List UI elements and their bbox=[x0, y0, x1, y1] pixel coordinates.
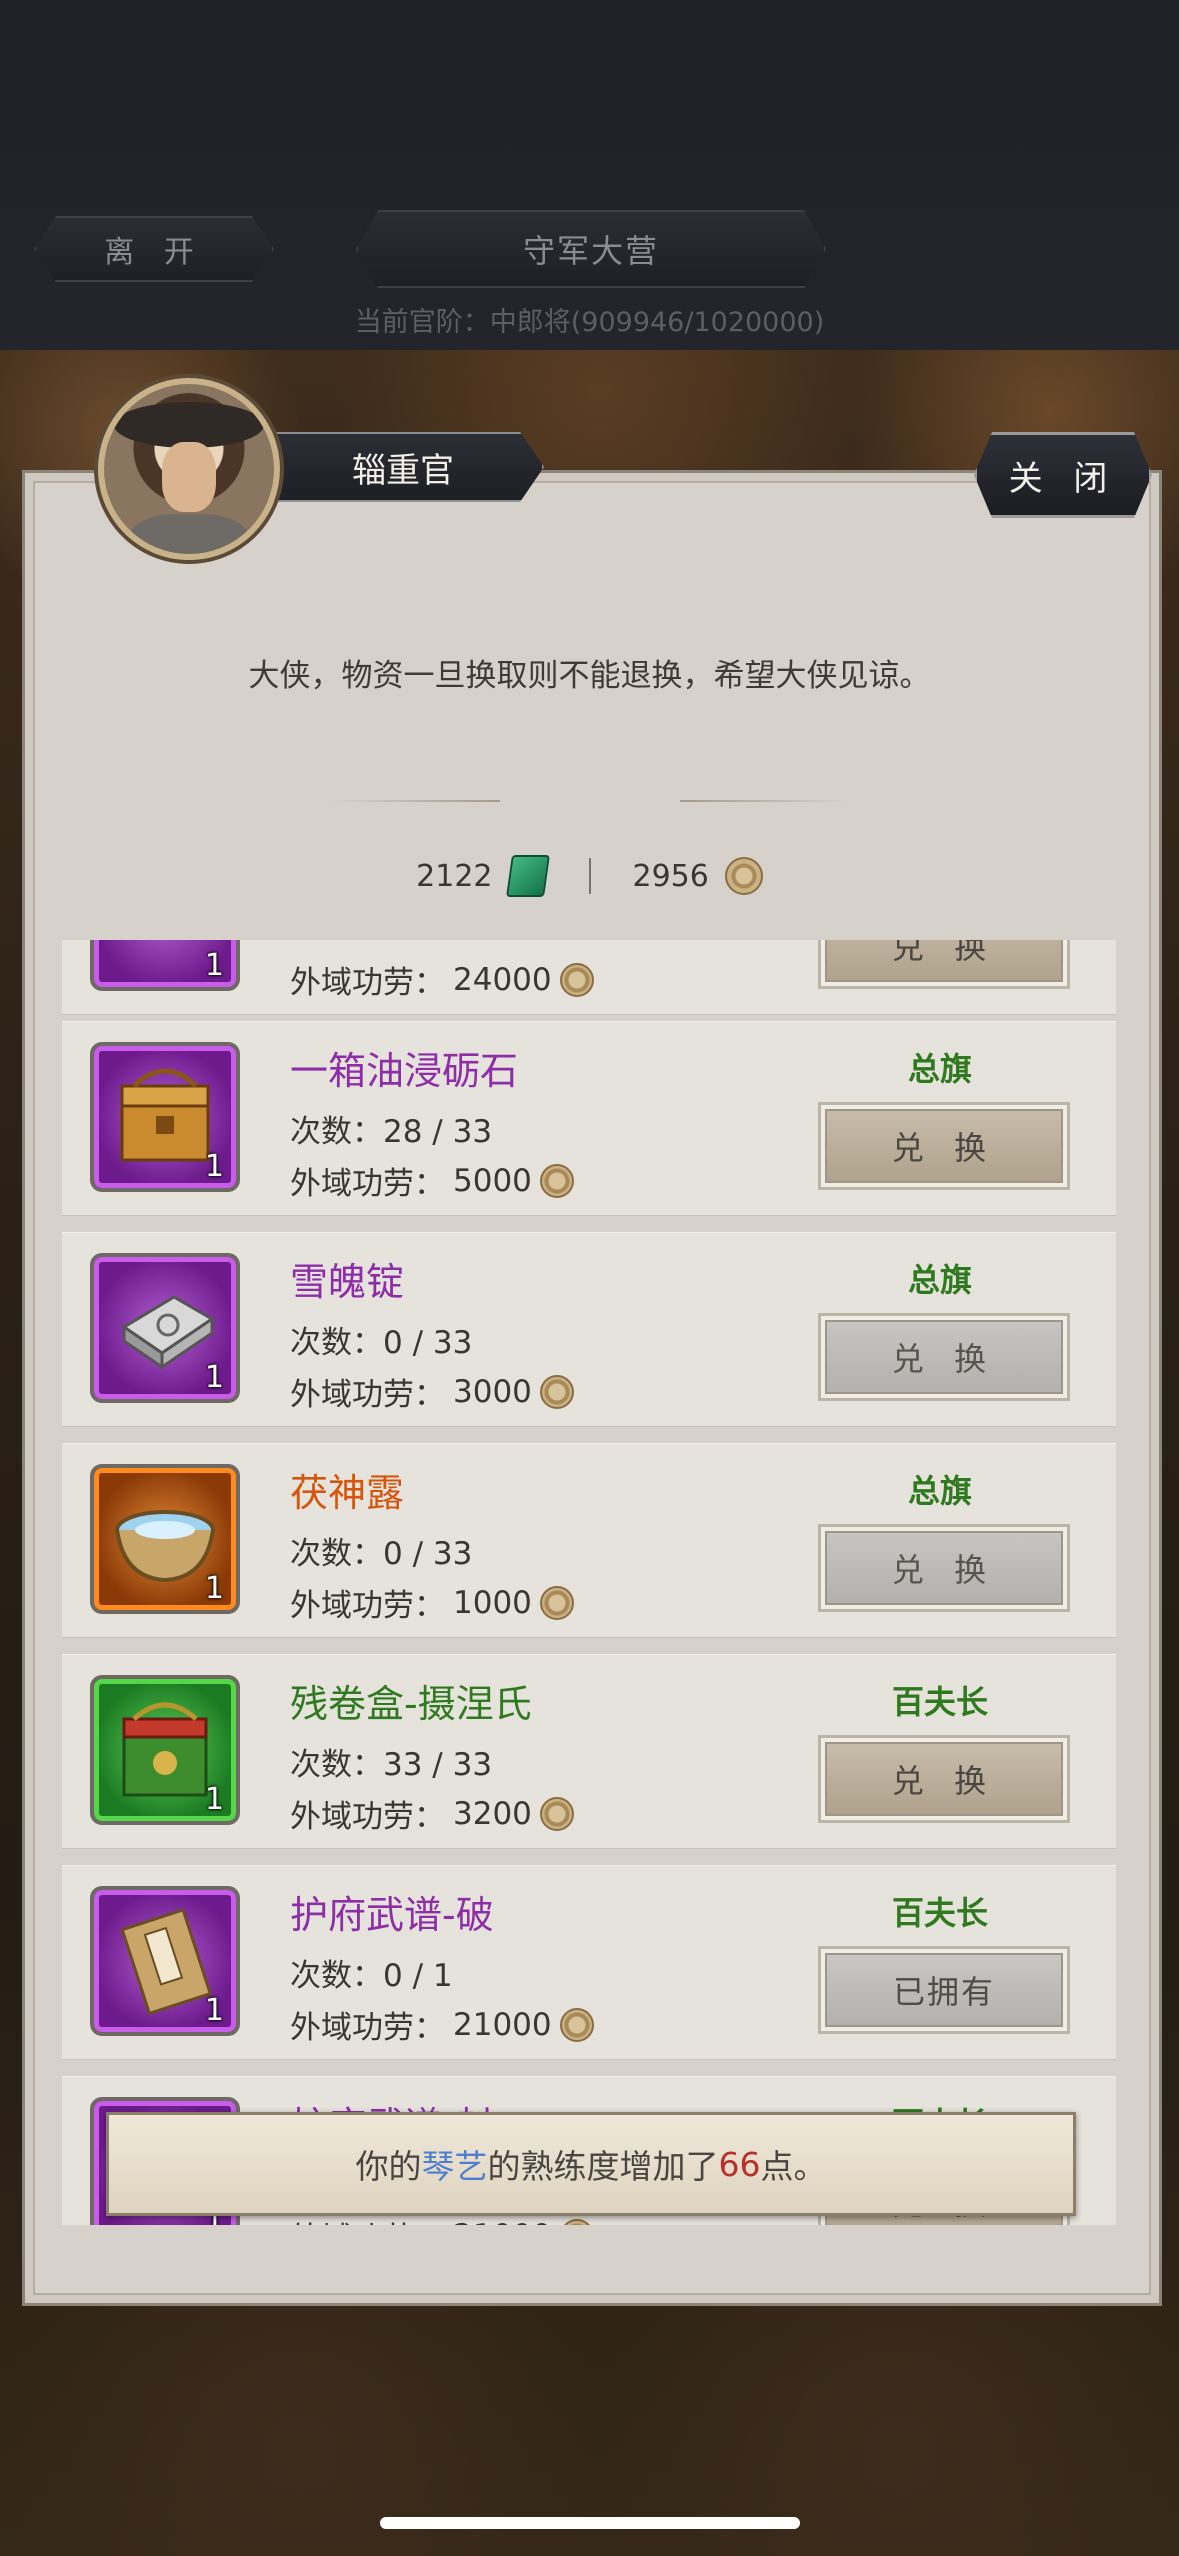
item-count: 次数：0 / 1 bbox=[290, 1958, 453, 1994]
item-name: 一箱油浸砺石 bbox=[290, 1049, 519, 1093]
item-count: 次数：33 / 33 bbox=[290, 1747, 493, 1783]
item-quantity: 1 bbox=[204, 1149, 224, 1184]
owned-button[interactable]: 已拥有 bbox=[818, 1946, 1070, 2034]
top-bar bbox=[0, 0, 1179, 350]
toast-prefix: 你的 bbox=[355, 2147, 422, 2186]
item-count: 次数：0 / 33 bbox=[290, 1536, 473, 1572]
item-quantity: 1 bbox=[204, 1782, 224, 1817]
cost-value: 3000 bbox=[453, 1373, 532, 1410]
current-rank-text: 当前官阶：中郎将(909946/1020000) bbox=[354, 307, 825, 338]
exchange-button[interactable]: 兑 换 bbox=[818, 1313, 1070, 1401]
item-icon[interactable]: 1 bbox=[90, 1464, 240, 1614]
merit-coin-icon bbox=[724, 857, 763, 895]
exchange-button[interactable]: 兑 换 bbox=[818, 940, 1070, 989]
item-quantity: 1 bbox=[204, 1360, 224, 1395]
merit-coin-icon bbox=[539, 1374, 574, 1409]
merit-coin-icon bbox=[539, 1585, 574, 1620]
exchange-notice: 大侠，物资一旦换取则不能退换，希望大侠见谅。 bbox=[248, 658, 931, 694]
exchange-button[interactable]: 兑 换 bbox=[818, 1102, 1070, 1190]
merit-coin-icon bbox=[559, 962, 594, 997]
item-cost: 外域功劳： 24000 bbox=[290, 957, 594, 1002]
jade-token-icon bbox=[505, 855, 550, 897]
item-name: 残卷盒-摄涅氏 bbox=[290, 1682, 532, 1726]
cost-label: 外域功劳： bbox=[290, 1166, 445, 1202]
merit-coin-icon bbox=[559, 2218, 594, 2225]
currency-bar: 2122 2956 bbox=[0, 855, 1179, 897]
item-cost: 外域功劳： 3200 bbox=[290, 1791, 574, 1836]
item-cost: 外域功劳： 3000 bbox=[290, 1369, 574, 1414]
item-name: 雪魄锭 bbox=[290, 1260, 405, 1304]
list-item: 1 护府武谱-破 次数：0 / 1 外域功劳： 21000 百夫长 已拥有 bbox=[62, 1865, 1116, 2060]
required-rank: 总旗 bbox=[907, 1261, 972, 1299]
item-count: 次数：28 / 33 bbox=[290, 1114, 493, 1150]
exchange-button[interactable]: 兑 换 bbox=[818, 1524, 1070, 1612]
home-indicator[interactable] bbox=[380, 2517, 800, 2529]
exchange-list[interactable]: 1 外域功劳： 24000 兑 换 1 一箱油浸砺石 次数：28 / 33 外域… bbox=[62, 940, 1116, 2225]
item-quantity: 1 bbox=[204, 1571, 224, 1606]
npc-name-tag: 辎重官 bbox=[262, 432, 544, 502]
merit-coin-icon bbox=[539, 1163, 574, 1198]
merit-amount: 2956 bbox=[632, 858, 709, 894]
exchange-button[interactable]: 兑 换 bbox=[818, 1735, 1070, 1823]
cost-label: 外域功劳： bbox=[290, 1799, 445, 1835]
item-name: 护府武谱-破 bbox=[290, 1893, 494, 1937]
jade-amount: 2122 bbox=[416, 858, 493, 894]
item-icon[interactable]: 1 bbox=[90, 1253, 240, 1403]
toast-middle: 的熟练度增加了 bbox=[487, 2147, 719, 2186]
toast-suffix: 点。 bbox=[760, 2147, 827, 2186]
item-icon[interactable]: 1 bbox=[90, 1675, 240, 1825]
currency-separator bbox=[588, 858, 591, 894]
item-quantity: 1 bbox=[204, 948, 224, 983]
cost-value: 21000 bbox=[453, 2218, 552, 2226]
list-item: 1 外域功劳： 24000 兑 换 bbox=[62, 940, 1116, 1015]
list-item: 1 茯神露 次数：0 / 33 外域功劳： 1000 总旗 兑 换 bbox=[62, 1443, 1116, 1638]
cost-value: 5000 bbox=[453, 1162, 532, 1199]
toast-amount: 66 bbox=[718, 2144, 761, 2184]
item-count: 次数：0 / 33 bbox=[290, 1325, 473, 1361]
cost-label: 外域功劳： bbox=[290, 1377, 445, 1413]
required-rank: 总旗 bbox=[907, 1050, 972, 1088]
item-icon[interactable]: 1 bbox=[90, 1886, 240, 2036]
merit-coin-icon bbox=[559, 2007, 594, 2042]
item-icon[interactable]: 1 bbox=[90, 940, 240, 991]
proficiency-toast: 你的 琴艺 的熟练度增加了 66 点。 bbox=[106, 2112, 1076, 2216]
cost-label: 外域功劳： bbox=[290, 1588, 445, 1624]
cost-value: 3200 bbox=[453, 1795, 532, 1832]
item-name: 茯神露 bbox=[290, 1471, 405, 1515]
required-rank: 百夫长 bbox=[891, 1683, 988, 1721]
list-item: 1 残卷盒-摄涅氏 次数：33 / 33 外域功劳： 3200 百夫长 兑 换 bbox=[62, 1654, 1116, 1849]
npc-portrait bbox=[98, 378, 280, 560]
list-item: 1 一箱油浸砺石 次数：28 / 33 外域功劳： 5000 总旗 兑 换 bbox=[62, 1021, 1116, 1216]
item-cost: 外域功劳： 5000 bbox=[290, 1158, 574, 1203]
merit-coin-icon bbox=[539, 1796, 574, 1831]
cost-value: 24000 bbox=[453, 961, 552, 998]
cost-label: 外域功劳： bbox=[290, 965, 445, 1001]
item-cost: 外域功劳： 1000 bbox=[290, 1580, 574, 1625]
leave-button[interactable]: 离 开 bbox=[34, 216, 274, 282]
divider-left bbox=[330, 800, 500, 802]
required-rank: 百夫长 bbox=[891, 1894, 988, 1932]
list-item: 1 雪魄锭 次数：0 / 33 外域功劳： 3000 总旗 兑 换 bbox=[62, 1232, 1116, 1427]
camp-title: 守军大营 bbox=[356, 210, 826, 288]
divider-right bbox=[680, 800, 850, 802]
close-button[interactable]: 关 闭 bbox=[974, 432, 1152, 518]
item-icon[interactable]: 1 bbox=[90, 1042, 240, 1192]
item-quantity: 1 bbox=[204, 1993, 224, 2028]
item-cost: 外域功劳： 21000 bbox=[290, 2002, 594, 2047]
required-rank: 总旗 bbox=[907, 1472, 972, 1510]
cost-value: 1000 bbox=[453, 1584, 532, 1621]
cost-value: 21000 bbox=[453, 2006, 552, 2043]
toast-skill: 琴艺 bbox=[421, 2147, 488, 2186]
cost-label: 外域功劳： bbox=[290, 2010, 445, 2046]
